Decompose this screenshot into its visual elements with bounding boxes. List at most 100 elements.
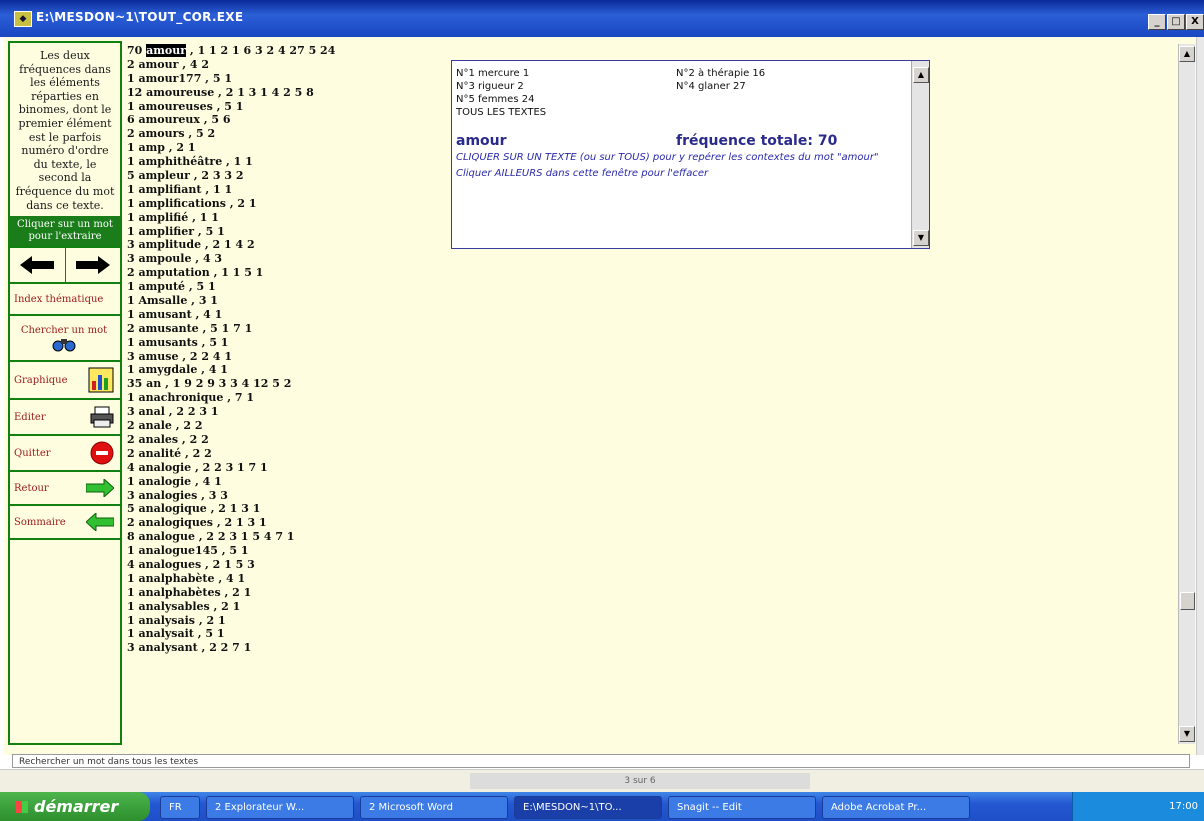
list-item[interactable]: 1 amp , 2 1 <box>127 141 447 155</box>
list-item[interactable]: 1 amplifications , 2 1 <box>127 197 447 211</box>
list-item[interactable]: 4 analogie , 2 2 3 1 7 1 <box>127 461 447 475</box>
list-item[interactable]: 2 amusante , 5 1 7 1 <box>127 322 447 336</box>
text-list-row[interactable]: TOUS LES TEXTES <box>456 106 908 119</box>
list-item[interactable]: 1 analphabète , 4 1 <box>127 572 447 586</box>
minimize-button[interactable]: _ <box>1148 14 1166 30</box>
info-word: amour <box>456 133 507 149</box>
list-item[interactable]: 3 anal , 2 2 3 1 <box>127 405 447 419</box>
info-scrollbar[interactable]: ▲ ▼ <box>911 61 929 248</box>
explanation-text: Les deux fréquences dans les éléments ré… <box>15 49 115 212</box>
list-item[interactable]: 1 amplifier , 5 1 <box>127 225 447 239</box>
list-item[interactable]: 1 anachronique , 7 1 <box>127 391 447 405</box>
list-item[interactable]: 2 amputation , 1 1 5 1 <box>127 266 447 280</box>
text-link[interactable]: TOUS LES TEXTES <box>456 106 676 119</box>
list-item[interactable]: 2 anale , 2 2 <box>127 419 447 433</box>
list-item[interactable]: 1 analphabètes , 2 1 <box>127 586 447 600</box>
next-arrow-button[interactable] <box>66 248 121 282</box>
status-bar: Rechercher un mot dans tous les textes <box>12 754 1190 768</box>
list-item[interactable]: 1 analogue145 , 5 1 <box>127 544 447 558</box>
text-link[interactable]: N°1 mercure 1 <box>456 67 676 80</box>
exit-icon <box>90 441 114 465</box>
list-item[interactable]: 1 amoureuses , 5 1 <box>127 100 447 114</box>
arrow-left-icon <box>86 513 114 532</box>
taskbar-item[interactable]: 2 Microsoft Word <box>360 796 508 819</box>
list-item[interactable]: 1 amplifié , 1 1 <box>127 211 447 225</box>
edit-button[interactable]: Editer <box>10 400 120 437</box>
text-link[interactable]: N°5 femmes 24 <box>456 93 676 106</box>
list-item[interactable]: 12 amoureuse , 2 1 3 1 4 2 5 8 <box>127 86 447 100</box>
binoculars-icon <box>52 338 76 352</box>
text-link[interactable]: N°3 rigueur 2 <box>456 80 676 93</box>
taskbar-item[interactable]: Snagit -- Edit <box>668 796 816 819</box>
scroll-thumb[interactable] <box>1180 592 1195 610</box>
back-button[interactable]: Retour <box>10 472 120 507</box>
list-item[interactable]: 8 analogue , 2 2 3 1 5 4 7 1 <box>127 530 447 544</box>
scroll-up-icon[interactable]: ▲ <box>913 67 929 83</box>
taskbar-item[interactable]: FR <box>160 796 200 819</box>
word-frequency-list[interactable]: 70 amour , 1 1 2 1 6 3 2 4 27 5 24 2 amo… <box>127 44 447 746</box>
quit-button[interactable]: Quitter <box>10 436 120 473</box>
app-icon: ◆ <box>14 11 32 27</box>
scroll-down-icon[interactable]: ▼ <box>1179 726 1195 742</box>
list-item[interactable]: 5 ampleur , 2 3 3 2 <box>127 169 447 183</box>
printer-icon <box>90 406 114 428</box>
text-list-row[interactable]: N°3 rigueur 2 N°4 glaner 27 <box>456 80 908 93</box>
list-item[interactable]: 1 amphithéâtre , 1 1 <box>127 155 447 169</box>
list-item[interactable]: 1 amour177 , 5 1 <box>127 72 447 86</box>
taskbar-item[interactable]: Adobe Acrobat Pr... <box>822 796 970 819</box>
list-item[interactable]: 1 analysais , 2 1 <box>127 614 447 628</box>
text-link[interactable]: N°2 à thérapie 16 <box>676 67 765 80</box>
title-bar[interactable]: ◆ E:\MESDON~1\TOUT_COR.EXE _ □ X <box>0 0 1204 37</box>
list-scrollbar[interactable]: ▲ ▼ <box>1178 44 1195 744</box>
list-item[interactable]: 2 analogiques , 2 1 3 1 <box>127 516 447 530</box>
scroll-up-icon[interactable]: ▲ <box>1179 46 1195 62</box>
list-item[interactable]: 1 amusant , 4 1 <box>127 308 447 322</box>
list-item[interactable]: 1 amusants , 5 1 <box>127 336 447 350</box>
list-item[interactable]: 3 analysant , 2 2 7 1 <box>127 641 447 655</box>
text-list-row[interactable]: N°5 femmes 24 <box>456 93 908 106</box>
list-item[interactable]: 1 analogie , 4 1 <box>127 475 447 489</box>
summary-button-label: Sommaire <box>14 516 66 528</box>
list-item[interactable]: 2 analité , 2 2 <box>127 447 447 461</box>
list-item[interactable]: 1 amygdale , 4 1 <box>127 363 447 377</box>
list-item[interactable]: 3 amuse , 2 2 4 1 <box>127 350 447 364</box>
scroll-down-icon[interactable]: ▼ <box>913 230 929 246</box>
taskbar-item[interactable]: 2 Explorateur W... <box>206 796 354 819</box>
list-item[interactable]: 2 amour , 4 2 <box>127 58 447 72</box>
chart-button[interactable]: Graphique <box>10 362 120 401</box>
list-item[interactable]: 1 analysait , 5 1 <box>127 627 447 641</box>
text-link[interactable]: N°4 glaner 27 <box>676 80 746 93</box>
list-item[interactable]: 35 an , 1 9 2 9 3 3 4 12 5 2 <box>127 377 447 391</box>
list-item[interactable]: 1 amplifiant , 1 1 <box>127 183 447 197</box>
list-item[interactable]: 2 anales , 2 2 <box>127 433 447 447</box>
list-item[interactable]: 3 ampoule , 4 3 <box>127 252 447 266</box>
list-item[interactable]: 3 analogies , 3 3 <box>127 489 447 503</box>
list-item[interactable]: 5 analogique , 2 1 3 1 <box>127 502 447 516</box>
close-button[interactable]: X <box>1186 14 1204 30</box>
maximize-button[interactable]: □ <box>1167 14 1185 30</box>
back-button-label: Retour <box>14 482 49 494</box>
summary-button[interactable]: Sommaire <box>10 506 120 541</box>
clock: 17:00 <box>1169 801 1198 812</box>
quit-button-label: Quitter <box>14 447 51 459</box>
selected-word: amour <box>146 44 187 57</box>
list-item[interactable]: 4 analogues , 2 1 5 3 <box>127 558 447 572</box>
system-tray[interactable]: 17:00 <box>1072 792 1204 821</box>
instruction-click-text: CLIQUER SUR UN TEXTE (ou sur TOUS) pour … <box>456 152 879 163</box>
taskbar-item[interactable]: E:\MESDON~1\TO... <box>514 796 662 819</box>
list-item[interactable]: 3 amplitude , 2 1 4 2 <box>127 238 447 252</box>
list-item[interactable]: 1 Amsalle , 3 1 <box>127 294 447 308</box>
list-item[interactable]: 6 amoureux , 5 6 <box>127 113 447 127</box>
prev-arrow-button[interactable] <box>10 248 66 283</box>
frequency-info-box[interactable]: N°1 mercure 1 N°2 à thérapie 16 N°3 rigueu… <box>451 60 930 249</box>
list-item-selected[interactable]: 70 amour , 1 1 2 1 6 3 2 4 27 5 24 <box>127 44 447 58</box>
index-button[interactable]: Index thématique <box>10 284 120 317</box>
search-word-button[interactable]: Chercher un mot <box>10 316 120 363</box>
start-button[interactable]: démarrer <box>0 792 150 821</box>
start-label: démarrer <box>34 797 119 816</box>
list-item[interactable]: 1 analysables , 2 1 <box>127 600 447 614</box>
background-window-toolbar: 3 sur 6 <box>0 769 1204 793</box>
list-item[interactable]: 1 amputé , 5 1 <box>127 280 447 294</box>
text-list-row[interactable]: N°1 mercure 1 N°2 à thérapie 16 <box>456 67 908 80</box>
list-item[interactable]: 2 amours , 5 2 <box>127 127 447 141</box>
